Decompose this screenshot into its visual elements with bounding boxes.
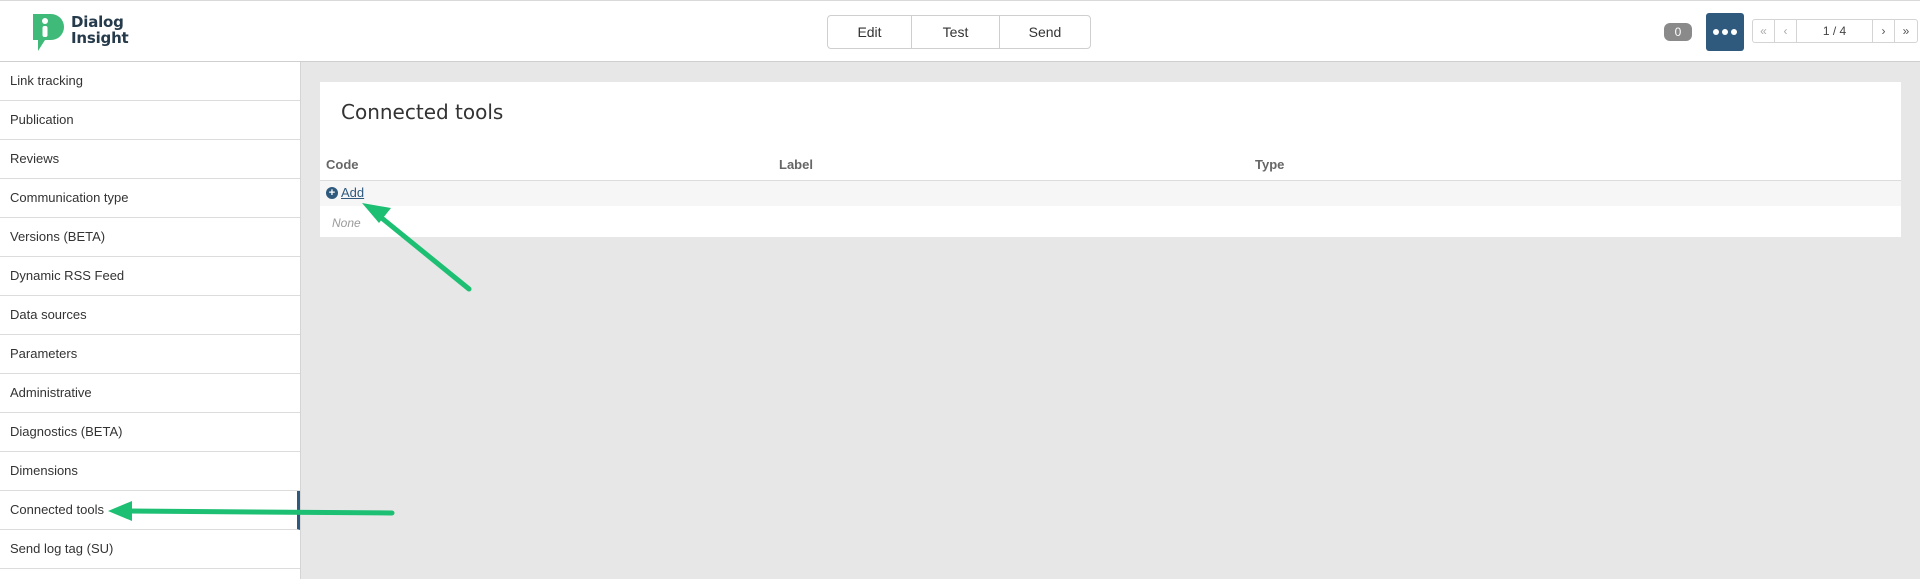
logo-text-line2: Insight bbox=[71, 29, 129, 47]
add-row: + Add bbox=[320, 181, 1901, 206]
sidebar-item-connected-tools[interactable]: Connected tools bbox=[0, 491, 300, 530]
count-badge[interactable]: 0 bbox=[1664, 23, 1692, 41]
sidebar-item-diagnostics[interactable]: Diagnostics (BETA) bbox=[0, 413, 300, 452]
column-header-code: Code bbox=[326, 157, 359, 172]
add-label: Add bbox=[341, 185, 365, 200]
mode-switcher: Edit Test Send bbox=[827, 15, 1091, 49]
pager-first-button[interactable]: « bbox=[1753, 20, 1775, 42]
send-button[interactable]: Send bbox=[1000, 16, 1090, 48]
column-header-label: Label bbox=[779, 157, 813, 172]
pager-next-button[interactable]: › bbox=[1873, 20, 1895, 42]
sidebar-item-reviews[interactable]: Reviews bbox=[0, 140, 300, 179]
sidebar-item-communication-type[interactable]: Communication type bbox=[0, 179, 300, 218]
sidebar-item-versions[interactable]: Versions (BETA) bbox=[0, 218, 300, 257]
sidebar-item-send-log-tag[interactable]: Send log tag (SU) bbox=[0, 530, 300, 569]
sidebar: Link tracking Publication Reviews Commun… bbox=[0, 62, 301, 579]
pager-prev-button[interactable]: ‹ bbox=[1775, 20, 1797, 42]
logo-text-line1: Dialog bbox=[71, 13, 124, 31]
logo-wordmark: Dialog Insight bbox=[71, 14, 129, 46]
pager: « ‹ 1 / 4 › » bbox=[1752, 19, 1918, 43]
dot-icon bbox=[1713, 29, 1719, 35]
sidebar-item-administrative[interactable]: Administrative bbox=[0, 374, 300, 413]
pager-last-button[interactable]: » bbox=[1895, 20, 1917, 42]
sidebar-item-parameters[interactable]: Parameters bbox=[0, 335, 300, 374]
dot-icon bbox=[1722, 29, 1728, 35]
sidebar-item-publication[interactable]: Publication bbox=[0, 101, 300, 140]
connected-tools-panel: Connected tools Code Label Type + Add No… bbox=[320, 82, 1901, 237]
add-button[interactable]: + Add bbox=[326, 185, 364, 200]
top-header: Dialog Insight Edit Test Send 0 « ‹ 1 / … bbox=[0, 0, 1920, 62]
sidebar-item-data-sources[interactable]: Data sources bbox=[0, 296, 300, 335]
sidebar-item-dynamic-rss-feed[interactable]: Dynamic RSS Feed bbox=[0, 257, 300, 296]
empty-state-text: None bbox=[332, 216, 361, 230]
page-title: Connected tools bbox=[341, 100, 504, 124]
sidebar-item-link-tracking[interactable]: Link tracking bbox=[0, 62, 300, 101]
logo-mark-icon bbox=[33, 14, 64, 51]
more-options-button[interactable] bbox=[1706, 13, 1744, 51]
sidebar-item-dimensions[interactable]: Dimensions bbox=[0, 452, 300, 491]
pager-label: 1 / 4 bbox=[1797, 20, 1873, 42]
plus-circle-icon: + bbox=[326, 186, 338, 199]
test-button[interactable]: Test bbox=[912, 16, 1000, 48]
dialog-insight-logo[interactable]: Dialog Insight bbox=[29, 11, 139, 55]
edit-button[interactable]: Edit bbox=[828, 16, 912, 48]
column-header-type: Type bbox=[1255, 157, 1285, 172]
dot-icon bbox=[1731, 29, 1737, 35]
